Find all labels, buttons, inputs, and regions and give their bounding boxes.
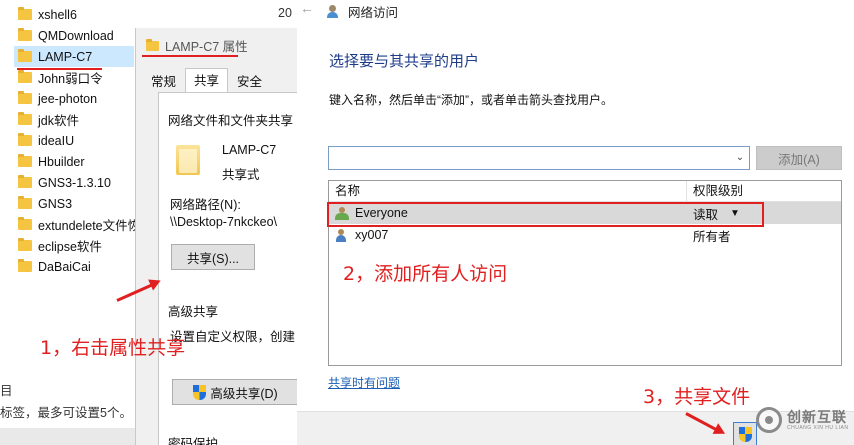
user-name-combobox[interactable]: ⌄	[328, 146, 750, 170]
permission-dropdown[interactable]: 读取 ▼	[687, 204, 841, 223]
explorer-footer-line: 目	[0, 384, 13, 398]
annotation-step2: 2，添加所有人访问	[343, 263, 508, 285]
folder-icon	[18, 217, 32, 230]
folder-icon	[18, 112, 32, 125]
list-item[interactable]: eclipse软件	[18, 235, 138, 256]
list-item-selected[interactable]: LAMP-C7	[14, 46, 134, 67]
add-button[interactable]: 添加(A)	[756, 146, 842, 170]
list-item[interactable]: jdk软件	[18, 109, 138, 130]
list-item[interactable]: Hbuilder	[18, 151, 138, 172]
folder-icon	[18, 70, 32, 83]
network-access-wizard: ← 网络访问 选择要与其共享的用户 键入名称，然后单击“添加”，或者单击箭头查找…	[297, 0, 854, 445]
user-name-input[interactable]	[329, 147, 729, 169]
list-item[interactable]: QMDownload	[18, 25, 138, 46]
watermark-main: 创新互联	[787, 408, 847, 425]
folder-icon	[18, 238, 32, 251]
watermark-logo-icon	[756, 407, 782, 433]
user-cell: xy007	[329, 228, 687, 242]
list-item[interactable]: ideaIU	[18, 130, 138, 151]
watermark-text: 创新互联 CHUANG XIN HU LIAN	[787, 409, 849, 432]
chevron-down-icon[interactable]: ⌄	[733, 150, 747, 166]
folder-icon	[18, 196, 32, 209]
list-item[interactable]: John弱口令	[18, 67, 138, 88]
back-arrow-icon[interactable]: ←	[297, 0, 317, 18]
tags-hint: 标签，最多可设置5个。	[0, 406, 132, 420]
list-item[interactable]: GNS3-1.3.10	[18, 172, 138, 193]
network-path-value: \\Desktop-7nkckeo\	[170, 215, 277, 229]
horizontal-scrollbar[interactable]	[0, 428, 140, 445]
permission-cell: 所有者	[693, 229, 731, 244]
list-item[interactable]: jee-photon	[18, 88, 138, 109]
tab-general[interactable]: 常规	[142, 70, 185, 92]
advanced-sharing-button[interactable]: 高级共享(D)	[172, 379, 299, 405]
folder-icon	[18, 133, 32, 146]
annotation-underline	[142, 55, 238, 57]
list-item[interactable]: xshell6	[18, 4, 138, 25]
folder-name: LAMP-C7	[222, 143, 277, 157]
watermark: 创新互联 CHUANG XIN HU LIAN	[756, 407, 849, 433]
wizard-heading: 选择要与其共享的用户	[329, 53, 480, 70]
group-icon	[335, 206, 350, 220]
wizard-title: 网络访问	[327, 2, 398, 21]
list-item[interactable]: extundelete文件恢复	[18, 214, 138, 235]
caret-down-icon[interactable]: ▼	[730, 208, 740, 219]
explorer-footer: 目 标签，最多可设置5个。	[0, 380, 140, 424]
uac-shield-icon	[193, 384, 207, 400]
folder-status: 共享式	[222, 168, 260, 182]
tab-security[interactable]: 安全	[228, 70, 271, 92]
annotation-step1: 1，右击属性共享	[40, 337, 186, 359]
uac-shield-icon	[739, 427, 752, 442]
folder-list: xshell6 QMDownload LAMP-C7 John弱口令 jee-p…	[14, 4, 138, 277]
shared-folder-icon	[176, 145, 200, 175]
table-header: 名称 权限级别	[329, 181, 841, 202]
annotation-step3: 3，共享文件	[643, 386, 751, 408]
table-row[interactable]: Everyone 读取 ▼	[329, 202, 841, 224]
user-icon	[335, 228, 350, 242]
folder-icon	[18, 28, 32, 41]
folder-icon	[146, 38, 159, 51]
column-header-name[interactable]: 名称	[329, 181, 687, 201]
folder-icon	[18, 259, 32, 272]
folder-icon	[18, 154, 32, 167]
user-cell: Everyone	[329, 206, 687, 220]
folder-icon	[18, 91, 32, 104]
folder-icon	[18, 7, 32, 20]
dialog-title: LAMP-C7 属性	[146, 36, 248, 55]
annotation-underline	[17, 68, 102, 70]
list-item[interactable]: GNS3	[18, 193, 138, 214]
network-path-label: 网络路径(N):	[170, 198, 241, 212]
folder-icon	[18, 175, 32, 188]
watermark-sub: CHUANG XIN HU LIAN	[787, 424, 849, 431]
share-confirm-button[interactable]	[733, 422, 757, 445]
column-header-permission[interactable]: 权限级别	[687, 181, 841, 201]
wizard-instruction: 键入名称，然后单击“添加”，或者单击箭头查找用户。	[329, 93, 613, 107]
folder-icon	[18, 49, 32, 62]
list-item[interactable]: DaBaiCai	[18, 256, 138, 277]
table-row[interactable]: xy007 所有者	[329, 224, 841, 246]
sharing-help-link[interactable]: 共享时有问题	[328, 374, 400, 391]
advanced-description: 设置自定义权限，创建	[170, 330, 296, 344]
share-button[interactable]: 共享(S)...	[171, 244, 255, 270]
network-users-icon	[327, 4, 343, 19]
section-title-advanced: 高级共享	[168, 305, 219, 319]
tab-sharing[interactable]: 共享	[185, 68, 229, 92]
sharing-panel: 网络文件和文件夹共享 LAMP-C7 共享式 网络路径(N): \\Deskto…	[158, 92, 299, 445]
properties-dialog: LAMP-C7 属性 常规 共享 安全 网络文件和文件夹共享 LAMP-C7 共…	[135, 28, 299, 445]
section-title-network: 网络文件和文件夹共享	[168, 114, 294, 128]
section-title-password: 密码保护	[168, 437, 219, 445]
tab-bar: 常规 共享 安全	[142, 68, 271, 92]
date-column: 20	[278, 6, 292, 20]
